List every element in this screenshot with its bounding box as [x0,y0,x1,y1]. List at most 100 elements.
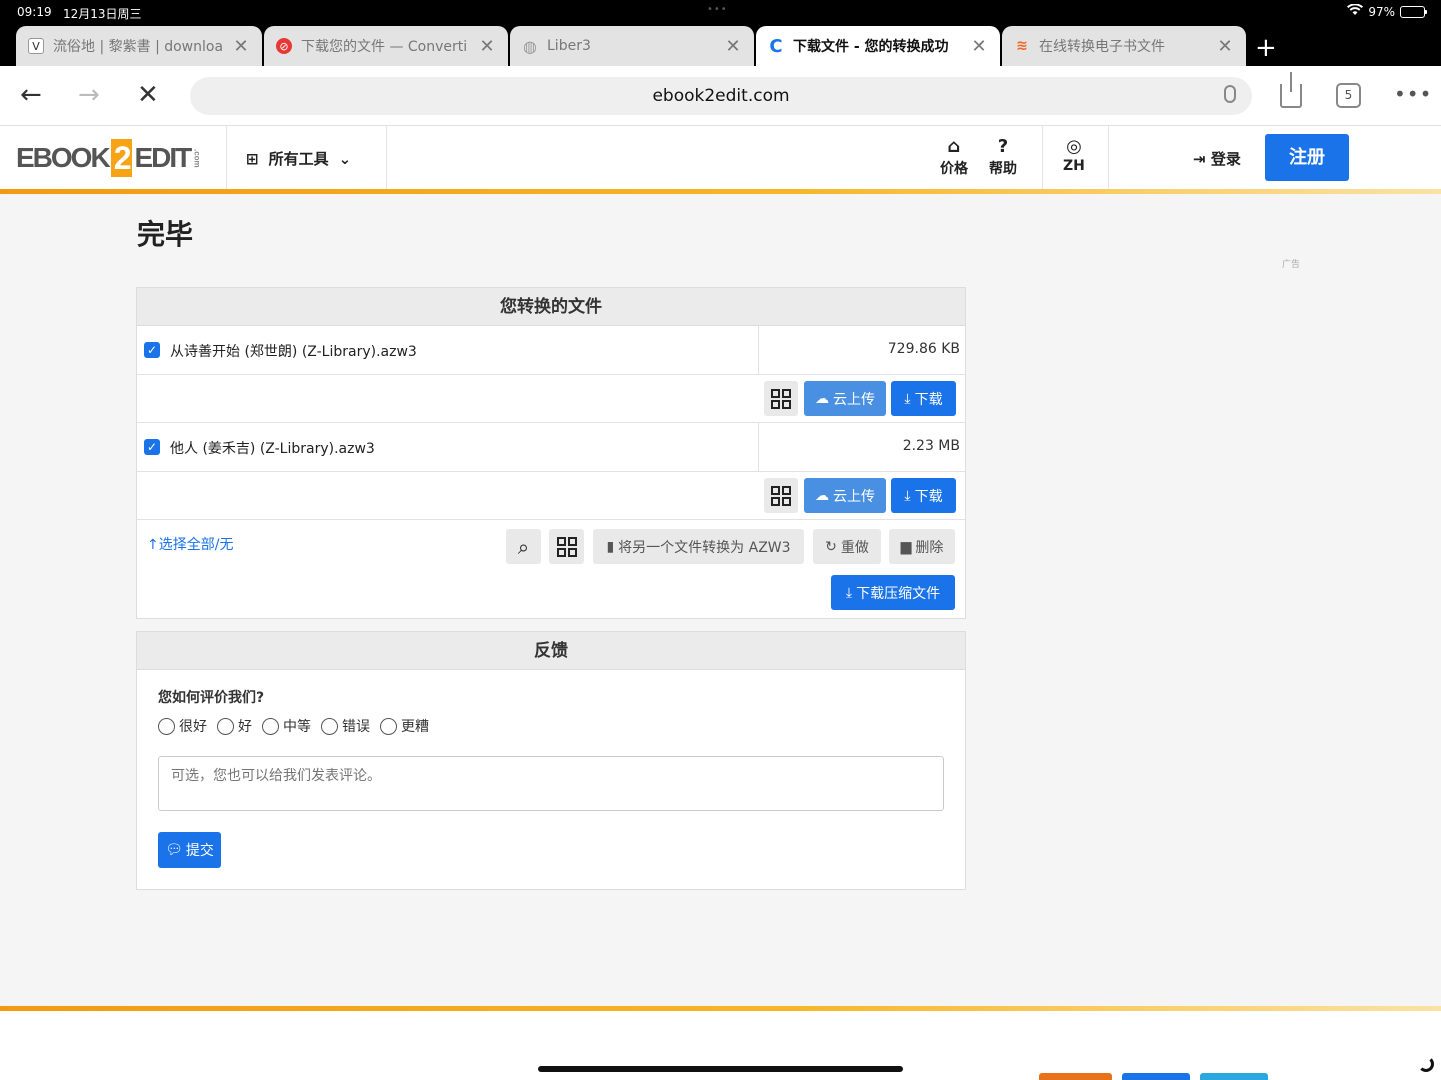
pricing-link[interactable]: ⌂ 价格 [940,136,968,178]
rating-option-worse[interactable]: 更糟 [380,716,429,736]
close-tab-icon[interactable]: ✕ [478,36,496,57]
rating-option-good[interactable]: 好 [217,716,252,736]
download-icon: ⤓ [904,487,911,504]
back-arrow-icon[interactable]: ← [20,80,42,110]
tab-ebook2edit-download[interactable]: C 下载文件 - 您的转换成功 ✕ [756,26,1000,66]
radio-icon [158,717,175,735]
tab-convertio[interactable]: ⊘ 下载您的文件 — Converti ✕ [264,26,508,66]
question-circle-icon: ? [997,136,1009,157]
submit-label: 提交 [185,843,214,859]
radio-icon [321,717,338,735]
tab-favicon-icon: ≋ [1016,38,1028,54]
delete-button[interactable]: ▆ 删除 [889,529,955,564]
download-button[interactable]: ⤓ 下载 [891,478,956,513]
file-size: 729.86 KB [887,341,960,357]
redo-icon: ↻ [825,538,837,555]
redo-button[interactable]: ↻ 重做 [813,529,881,564]
submit-feedback-button[interactable]: 💬︎ 提交 [158,832,221,868]
qr-code-button[interactable] [764,381,798,416]
ebook2edit-logo[interactable]: EBOOK 2 EDIT .com [16,139,201,177]
status-right: 97% [1347,3,1427,19]
search-button[interactable]: ⌕ [506,529,541,564]
status-time: 09:19 [17,5,52,19]
cloud-upload-label: 云上传 [833,488,875,505]
download-label: 下载 [914,488,943,505]
language-label: ZH [1063,158,1085,174]
rating-label: 错误 [342,719,370,735]
logo-text-mid: 2 [110,139,133,177]
download-icon: ⤓ [904,390,911,407]
download-zip-button[interactable]: ⤓ 下载压缩文件 [831,575,955,610]
file-checkbox[interactable]: ✓ [144,342,160,358]
tab-favicon-icon: V [28,38,44,54]
tab-title: Liber3 [547,38,591,54]
rating-option-error[interactable]: 错误 [321,716,370,736]
qr-code-button[interactable] [549,529,584,564]
address-bar[interactable]: ebook2edit.com [190,77,1252,115]
logo-text-right: EDIT [134,142,192,173]
globe-icon: ◎ [1066,136,1082,157]
page-title: 完毕 [137,218,194,251]
logo-text-left: EBOOK [16,142,111,173]
qr-code-icon [771,485,791,506]
tab-favicon-icon: ◍ [523,36,537,56]
forward-arrow-icon[interactable]: → [78,80,100,110]
browser-toolbar: ← → ✕ ebook2edit.com 5 ••• [0,66,1441,126]
file-name: 从诗善开始 (郑世朗) (Z-Library).azw3 [170,344,417,360]
more-menu-icon[interactable]: ••• [1394,82,1432,106]
stop-loading-icon[interactable]: ✕ [137,80,159,110]
close-tab-icon[interactable]: ✕ [232,36,250,57]
microphone-icon[interactable] [1224,85,1236,103]
close-tab-icon[interactable]: ✕ [1216,36,1234,57]
file-row: ✓ 他人 (姜禾吉) (Z-Library).azw3 2.23 MB [137,423,965,472]
feedback-comment-field[interactable] [158,756,944,811]
all-tools-label: 所有工具 [268,150,329,168]
url-text: ebook2edit.com [652,86,790,106]
close-tab-icon[interactable]: ✕ [724,36,742,57]
feedback-heading: 反馈 [137,632,965,670]
login-link[interactable]: ⇥ 登录 [1193,148,1241,169]
tab-overview-icon[interactable]: 5 [1336,83,1361,108]
file-size: 2.23 MB [902,438,960,454]
help-label: 帮助 [989,161,1017,177]
help-link[interactable]: ? 帮助 [989,136,1017,178]
download-button[interactable]: ⤓ 下载 [891,381,956,416]
rating-option-medium[interactable]: 中等 [262,716,311,736]
rating-label: 更糟 [401,719,429,735]
redo-label: 重做 [840,539,869,556]
download-zip-label: 下载压缩文件 [856,585,941,602]
new-tab-icon[interactable]: + [1255,33,1277,63]
tab-liusudi[interactable]: V 流俗地 | 黎紫書 | downloa ✕ [16,26,262,66]
radio-icon [262,717,279,735]
loading-spinner-icon [1418,1056,1434,1072]
converted-files-heading: 您转换的文件 [137,288,965,326]
rating-option-very-good[interactable]: 很好 [158,716,207,736]
qr-code-button[interactable] [764,478,798,513]
download-icon: ⤓ [845,584,853,601]
tab-liber3[interactable]: ◍ Liber3 ✕ [510,26,754,66]
wifi-icon [1347,3,1364,19]
cloud-upload-button[interactable]: ☁ 云上传 [804,478,886,513]
select-all-link[interactable]: ↑选择全部/无 [147,534,233,554]
radio-icon [380,717,397,735]
header-divider [226,126,227,189]
multitask-dots-icon[interactable]: ••• [707,4,728,15]
home-indicator[interactable] [538,1066,903,1072]
arrow-up-icon: ↑ [147,537,159,553]
all-tools-dropdown[interactable]: ⊞ 所有工具 ⌄ [246,148,351,169]
register-button[interactable]: 注册 [1265,134,1349,181]
close-tab-icon[interactable]: ✕ [970,36,988,57]
header-divider [1108,126,1109,189]
tab-online-convert[interactable]: ≋ 在线转换电子书文件 ✕ [1002,26,1246,66]
cloud-upload-icon: ☁ [815,390,829,407]
share-icon[interactable] [1280,72,1302,108]
header-divider [386,126,387,189]
qr-code-icon [556,536,577,557]
cloud-upload-button[interactable]: ☁ 云上传 [804,381,886,416]
convert-another-button[interactable]: ▮ 将另一个文件转换为 AZW3 [593,529,804,564]
download-label: 下载 [914,391,943,408]
language-switcher[interactable]: ◎ ZH [1063,136,1085,174]
pricing-label: 价格 [940,161,968,177]
file-checkbox[interactable]: ✓ [144,439,160,455]
grid-icon: ⊞ [246,149,259,168]
